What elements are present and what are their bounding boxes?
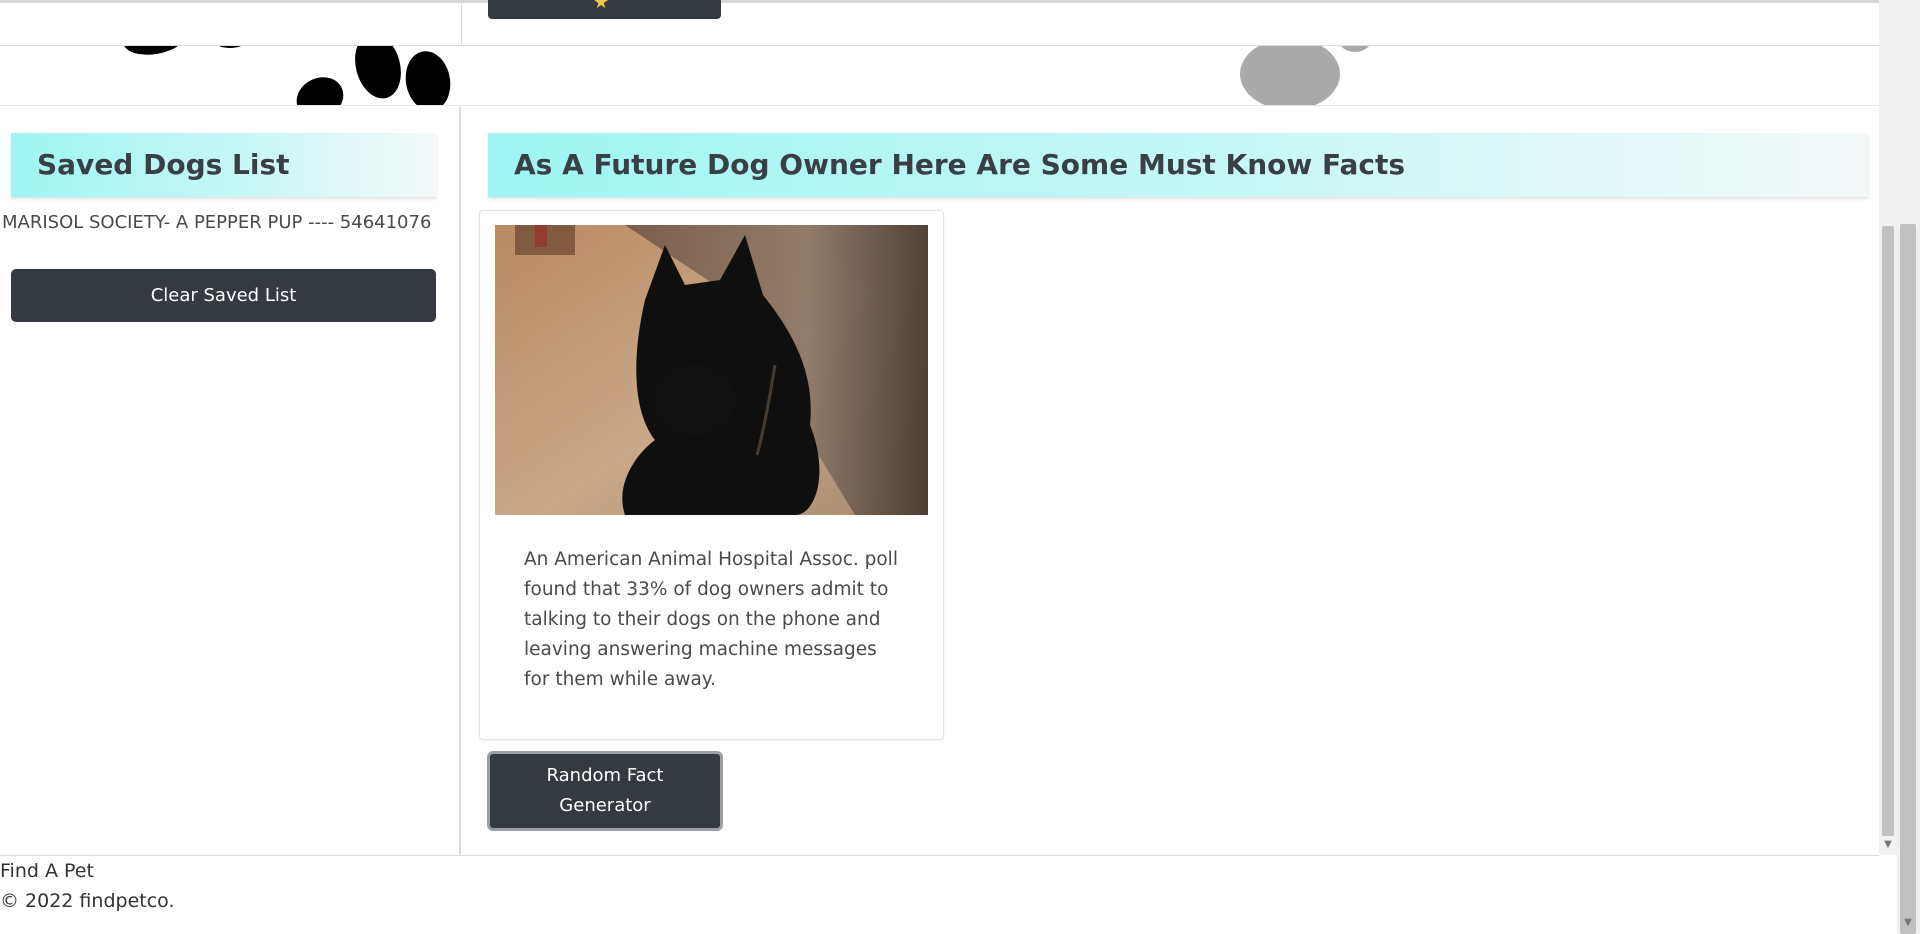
page-scroll-down-arrow[interactable]: ▼ [1899, 914, 1917, 932]
saved-dog-item: MARISOL SOCIETY- A PEPPER PUP ---- 54641… [2, 212, 432, 233]
dog-photo [495, 225, 928, 515]
paw-prints-decoration [123, 46, 1369, 105]
top-divider [461, 0, 462, 46]
star-icon: ★ [593, 0, 610, 13]
saved-dogs-heading: Saved Dogs List [11, 133, 437, 197]
clear-saved-list-button[interactable]: Clear Saved List [11, 269, 436, 322]
footer-divider [0, 855, 1879, 856]
page-scrollbar-thumb[interactable] [1900, 224, 1916, 934]
inner-scroll-down-arrow[interactable]: ▼ [1879, 836, 1897, 854]
footer-brand: Find A Pet [0, 860, 94, 882]
random-fact-button[interactable]: Random Fact Generator [487, 751, 723, 831]
fact-text: An American Animal Hospital Assoc. poll … [524, 549, 898, 690]
footer-copyright: © 2022 findpetco. [0, 890, 175, 912]
top-strip [0, 0, 1879, 46]
favorite-button[interactable]: ★ [488, 0, 721, 19]
random-fact-button-label: Random Fact Generator [546, 765, 664, 816]
paw-banner [0, 46, 1879, 106]
facts-heading: As A Future Dog Owner Here Are Some Must… [488, 133, 1868, 197]
inner-scrollbar-thumb[interactable] [1882, 226, 1894, 836]
